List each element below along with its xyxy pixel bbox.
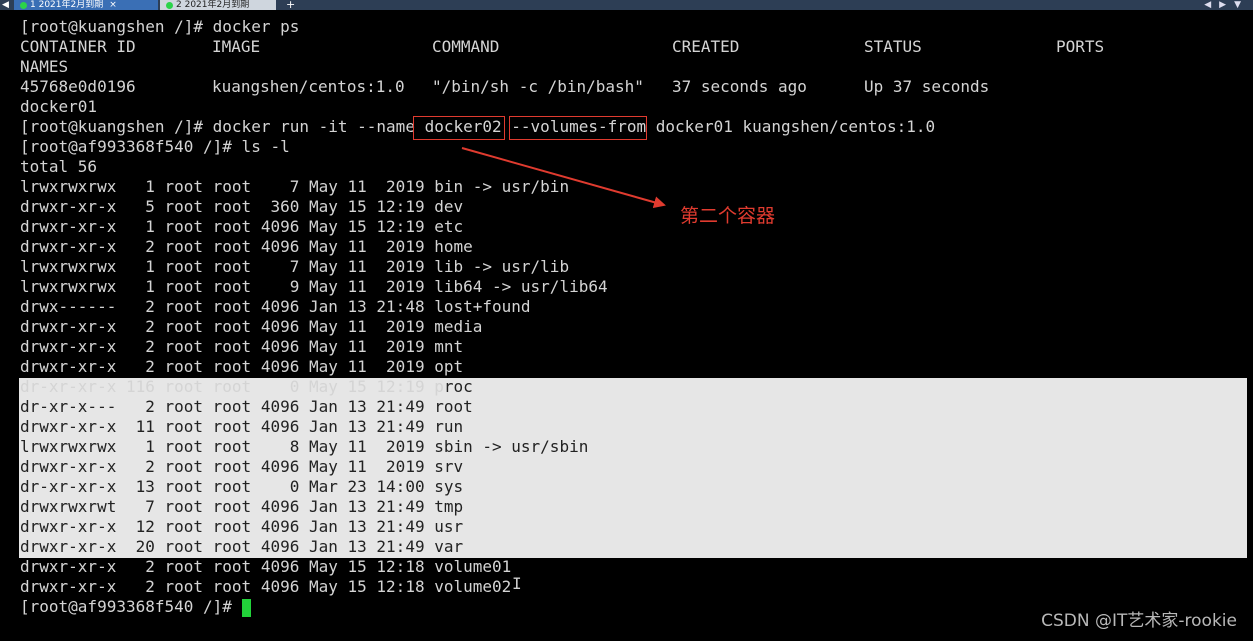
highlight-box-volumes-from xyxy=(509,116,647,140)
ls-total: total 56 xyxy=(20,157,98,176)
container-name: docker01 xyxy=(20,97,98,116)
header-container-id: CONTAINER ID xyxy=(20,37,136,56)
text-selection-highlight-start xyxy=(443,378,1247,398)
listing-row: lrwxrwxrwx 1 root root 7 May 11 2019 lib… xyxy=(20,257,570,276)
header-command: COMMAND xyxy=(432,37,500,56)
highlight-box-name-arg xyxy=(413,116,505,140)
connected-status-icon xyxy=(20,1,27,9)
header-names: NAMES xyxy=(20,57,69,76)
listing-row: drwxr-xr-x 2 root root 4096 May 11 2019 … xyxy=(20,237,473,256)
listing-row-selected: drwxr-xr-x 2 root root 4096 May 11 2019 … xyxy=(20,457,464,476)
tab-scroll-left-icon[interactable]: ◀ xyxy=(2,0,9,10)
proc-row-unselected: dr-xr-xr-x 116 root root 0 May 15 12:19 … xyxy=(20,377,444,396)
text-cursor-icon: I xyxy=(512,574,522,593)
terminal-cursor xyxy=(242,599,251,617)
container-created: 37 seconds ago xyxy=(672,77,807,96)
listing-row-selected: drwxrwxrwt 7 root root 4096 Jan 13 21:49… xyxy=(20,497,464,516)
listing-row-selected: drwxr-xr-x 20 root root 4096 Jan 13 21:4… xyxy=(20,537,464,556)
listing-row: drwxr-xr-x 2 root root 4096 May 11 2019 … xyxy=(20,317,483,336)
tab-session-1-label: 1 2021年2月到期 xyxy=(30,0,104,10)
listing-row: drwxr-xr-x 2 root root 4096 May 11 2019 … xyxy=(20,337,464,356)
annotation-label: 第二个容器 xyxy=(680,205,776,227)
listing-row-selected: drwxr-xr-x 12 root root 4096 Jan 13 21:4… xyxy=(20,517,464,536)
listing-row: drwxr-xr-x 5 root root 360 May 15 12:19 … xyxy=(20,197,464,216)
listing-row-selected: dr-xr-x--- 2 root root 4096 Jan 13 21:49… xyxy=(20,397,473,416)
listing-row-selected: dr-xr-xr-x 13 root root 0 Mar 23 14:00 s… xyxy=(20,477,464,496)
listing-row: lrwxrwxrwx 1 root root 9 May 11 2019 lib… xyxy=(20,277,608,296)
container-row: 45768e0d0196 kuangshen/centos:1.0 "/bin/… xyxy=(20,77,1240,97)
container-id: 45768e0d0196 xyxy=(20,77,136,96)
listing-row-selected: lrwxrwxrwx 1 root root 8 May 11 2019 sbi… xyxy=(20,437,589,456)
container-command: "/bin/sh -c /bin/bash" xyxy=(432,77,644,96)
terminal-output[interactable]: [root@kuangshen /]# docker ps CONTAINER … xyxy=(0,17,1253,627)
close-tab-icon[interactable]: × xyxy=(109,0,117,10)
tab-session-2-label: 2 2021年2月到期 xyxy=(176,0,250,10)
header-status: STATUS xyxy=(864,37,922,56)
docker-ps-command: [root@kuangshen /]# docker ps xyxy=(20,17,300,36)
listing-row: drwxr-xr-x 1 root root 4096 May 15 12:19… xyxy=(20,217,464,236)
header-image: IMAGE xyxy=(212,37,261,56)
window-controls[interactable]: ◀▶▼ xyxy=(1204,0,1249,10)
docker-run-prompt: [root@kuangshen /]# docker run -it --nam… xyxy=(20,117,425,136)
add-tab-button[interactable]: + xyxy=(286,0,300,10)
proc-row-selected: roc xyxy=(443,377,473,396)
listing-row: lrwxrwxrwx 1 root root 7 May 11 2019 bin… xyxy=(20,177,570,196)
listing-row-proc: dr-xr-xr-x 116 root root 0 May 15 12:19 … xyxy=(20,377,473,397)
shell-prompt: [root@af993368f540 /]# xyxy=(20,597,242,616)
docker-ps-header-row: CONTAINER ID IMAGE COMMAND CREATED STATU… xyxy=(20,37,1240,57)
docker-run-tail: docker01 kuangshen/centos:1.0 xyxy=(646,117,936,136)
tab-session-1[interactable]: 1 2021年2月到期 × xyxy=(14,0,158,10)
tab-bar: ◀ 1 2021年2月到期 × 2 2021年2月到期 + ◀▶▼ xyxy=(0,0,1253,10)
connected-status-icon xyxy=(166,1,173,9)
header-created: CREATED xyxy=(672,37,740,56)
header-ports: PORTS xyxy=(1056,37,1105,56)
listing-row-selected: drwxr-xr-x 11 root root 4096 Jan 13 21:4… xyxy=(20,417,464,436)
tab-session-2[interactable]: 2 2021年2月到期 xyxy=(160,0,276,10)
listing-row: drwx------ 2 root root 4096 Jan 13 21:48… xyxy=(20,297,531,316)
listing-row: drwxr-xr-x 2 root root 4096 May 11 2019 … xyxy=(20,357,464,376)
listing-row: drwxr-xr-x 2 root root 4096 May 15 12:18… xyxy=(20,577,512,596)
ls-command: [root@af993368f540 /]# ls -l xyxy=(20,137,290,156)
listing-row: drwxr-xr-x 2 root root 4096 May 15 12:18… xyxy=(20,557,512,576)
container-image: kuangshen/centos:1.0 xyxy=(212,77,405,96)
watermark: CSDN @IT艺术家-rookie xyxy=(1041,611,1237,631)
container-status: Up 37 seconds xyxy=(864,77,990,96)
